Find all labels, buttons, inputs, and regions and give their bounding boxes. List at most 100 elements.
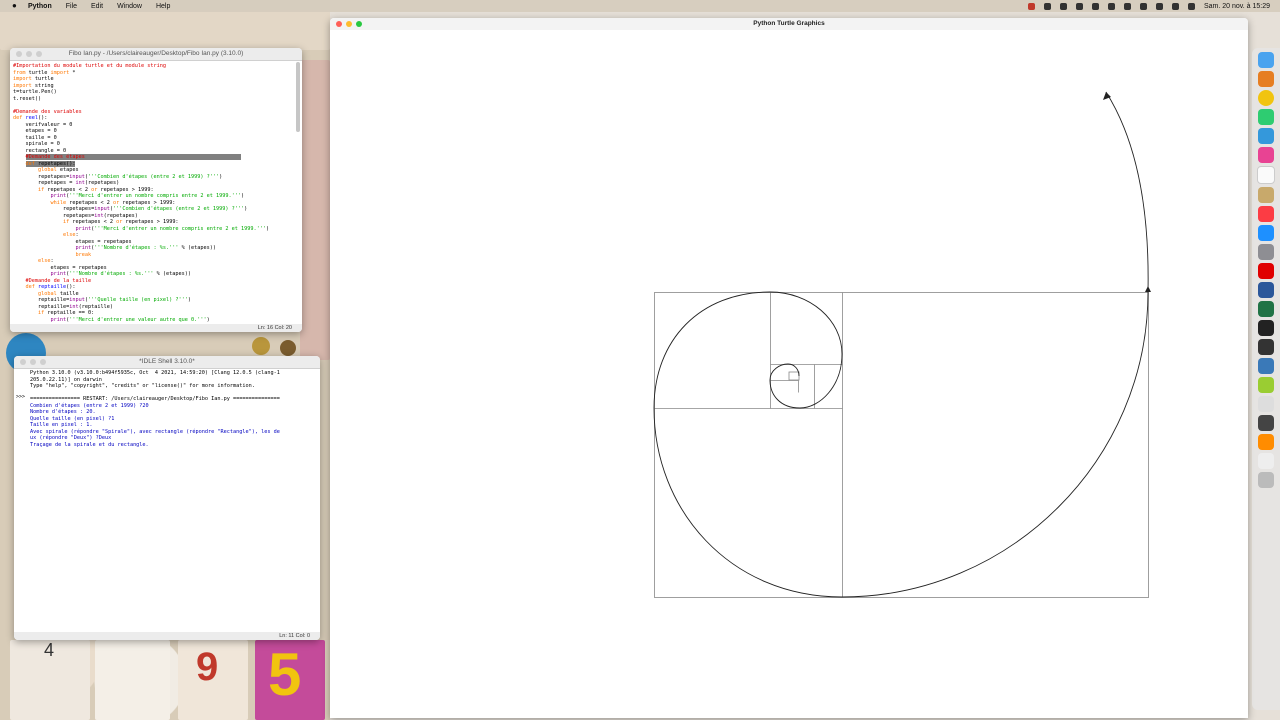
shell-line: Traçage de la spirale et du rectangle. (30, 441, 149, 448)
chrome-icon[interactable] (1258, 90, 1274, 106)
wallpaper-drawing (95, 640, 170, 720)
record-icon[interactable] (1027, 2, 1035, 10)
shell-window: *IDLE Shell 3.10.0* >>> Python 3.10.0 (v… (14, 356, 320, 640)
menu-edit[interactable]: Edit (91, 3, 103, 10)
shell-line: Avec spirale (répondre "Spirale"), avec … (30, 428, 280, 435)
shell-line: Python 3.10.0 (v3.10.0:b494f5935c, Oct 4… (30, 370, 280, 376)
turtle-canvas[interactable] (330, 30, 1248, 718)
menu-help[interactable]: Help (156, 3, 170, 10)
spiral-arc-large (841, 291, 1149, 598)
wallpaper-number-5: 5 (268, 641, 302, 708)
fibonacci-rectangles (654, 292, 1149, 598)
apple-menu-icon[interactable]: ● (12, 2, 20, 10)
mail-icon[interactable] (1258, 128, 1274, 144)
menu-app-python[interactable]: Python (28, 3, 52, 10)
books-icon[interactable] (1258, 434, 1274, 450)
editor-code-area[interactable]: #Importation du module turtle et du modu… (10, 61, 302, 325)
music-icon[interactable] (1258, 206, 1274, 222)
wallpaper-drawing (300, 60, 330, 360)
battery-icon[interactable] (1123, 2, 1131, 10)
trash-icon[interactable] (1258, 472, 1274, 488)
messages-icon[interactable] (1258, 109, 1274, 125)
status-menus: Sam. 20 nov. à 15:29 (1027, 0, 1270, 12)
wallpaper-number-4: 4 (44, 640, 55, 660)
dock (1252, 48, 1280, 710)
idle-icon[interactable] (1258, 358, 1274, 374)
close-button[interactable] (336, 21, 342, 27)
tv-icon[interactable] (1258, 415, 1274, 431)
wallpaper-ornament (280, 340, 296, 356)
zoom-button[interactable] (356, 21, 362, 27)
editor-titlebar[interactable]: Fibo Ian.py - /Users/claireauger/Desktop… (10, 48, 302, 61)
launchpad-icon[interactable] (1258, 71, 1274, 87)
status-icon[interactable] (1043, 2, 1051, 10)
word-icon[interactable] (1258, 282, 1274, 298)
shell-prompt: >>> (16, 394, 26, 400)
finder-icon[interactable] (1258, 52, 1274, 68)
calendar-icon[interactable] (1257, 166, 1275, 184)
shell-statusbar: Ln: 11 Col: 0 (14, 632, 320, 640)
shell-titlebar[interactable]: *IDLE Shell 3.10.0* (14, 356, 320, 369)
shell-line: Combien d'étapes (entre 2 et 1999) ?20 (30, 402, 149, 409)
zoom-button[interactable] (36, 51, 42, 57)
cloud-icon[interactable] (1075, 2, 1083, 10)
cmd-icon[interactable] (1258, 339, 1274, 355)
close-button[interactable] (20, 359, 26, 365)
spiral-arc (787, 363, 800, 377)
editor-window: Fibo Ian.py - /Users/claireauger/Desktop… (10, 48, 302, 332)
terminal-icon[interactable] (1258, 320, 1274, 336)
minimize-button[interactable] (26, 51, 32, 57)
minimize-button[interactable] (30, 359, 36, 365)
minimize-button[interactable] (346, 21, 352, 27)
shell-line: Type "help", "copyright", "credits" or "… (30, 383, 255, 389)
spiral-arc (653, 407, 843, 598)
spiral-arc (769, 379, 801, 409)
turtle-window: Python Turtle Graphics (330, 18, 1248, 718)
turtle-title: Python Turtle Graphics (753, 20, 825, 27)
editor-statusbar: Ln: 16 Col: 20 (10, 324, 302, 332)
appstore-icon[interactable] (1258, 225, 1274, 241)
wifi-icon[interactable] (1139, 2, 1147, 10)
shell-title: *IDLE Shell 3.10.0* (139, 358, 195, 365)
settings-icon[interactable] (1258, 244, 1274, 260)
shell-line: Taille en pixel : 1. (30, 422, 93, 428)
menubar-clock[interactable]: Sam. 20 nov. à 15:29 (1204, 3, 1270, 10)
shell-output[interactable]: Python 3.10.0 (v3.10.0:b494f5935c, Oct 4… (30, 370, 280, 448)
small-square (788, 371, 800, 381)
editor-title: Fibo Ian.py - /Users/claireauger/Desktop… (68, 50, 244, 57)
excel-icon[interactable] (1258, 301, 1274, 317)
menu-window[interactable]: Window (117, 3, 142, 10)
upload-icon[interactable] (1059, 2, 1067, 10)
youtube-icon[interactable] (1258, 263, 1274, 279)
spiral-arc (769, 363, 789, 381)
python-icon[interactable] (1258, 377, 1274, 393)
menu-file[interactable]: File (66, 3, 77, 10)
photos-icon[interactable] (1258, 147, 1274, 163)
shell-line: Nombre d'étapes : 20. (30, 409, 96, 415)
shell-line: 205.0.22.11)] on darwin (30, 376, 102, 383)
fibonacci-drawing (653, 91, 1151, 598)
shell-line: ================ RESTART: /Users/clairea… (30, 396, 280, 402)
shell-line: ux (répondre "Deux") ?Deux (30, 435, 112, 441)
spiral-arc-top (1105, 91, 1149, 293)
spiral-arc (653, 291, 771, 409)
fibonacci-spiral (653, 91, 1149, 598)
dropbox-icon[interactable] (1091, 2, 1099, 10)
close-button[interactable] (16, 51, 22, 57)
zoom-button[interactable] (40, 359, 46, 365)
spiral-arc (799, 353, 843, 409)
notes-icon[interactable] (1258, 187, 1274, 203)
spiral-arc (769, 291, 843, 355)
preview-icon[interactable] (1258, 396, 1274, 412)
shell-line: Quelle taille (en pixel) ?1 (30, 415, 115, 422)
siri-icon[interactable] (1187, 2, 1195, 10)
wallpaper-number-9: 9 (196, 645, 219, 689)
search-icon[interactable] (1155, 2, 1163, 10)
files-icon[interactable] (1258, 453, 1274, 469)
editor-scrollbar[interactable] (296, 62, 300, 132)
turtle-marker-icon (1145, 286, 1151, 292)
menu-bar: ● Python File Edit Window Help Sam. 20 n… (0, 0, 1280, 12)
outer-rectangle (654, 292, 1149, 598)
control-center-icon[interactable] (1171, 2, 1179, 10)
bluetooth-icon[interactable] (1107, 2, 1115, 10)
